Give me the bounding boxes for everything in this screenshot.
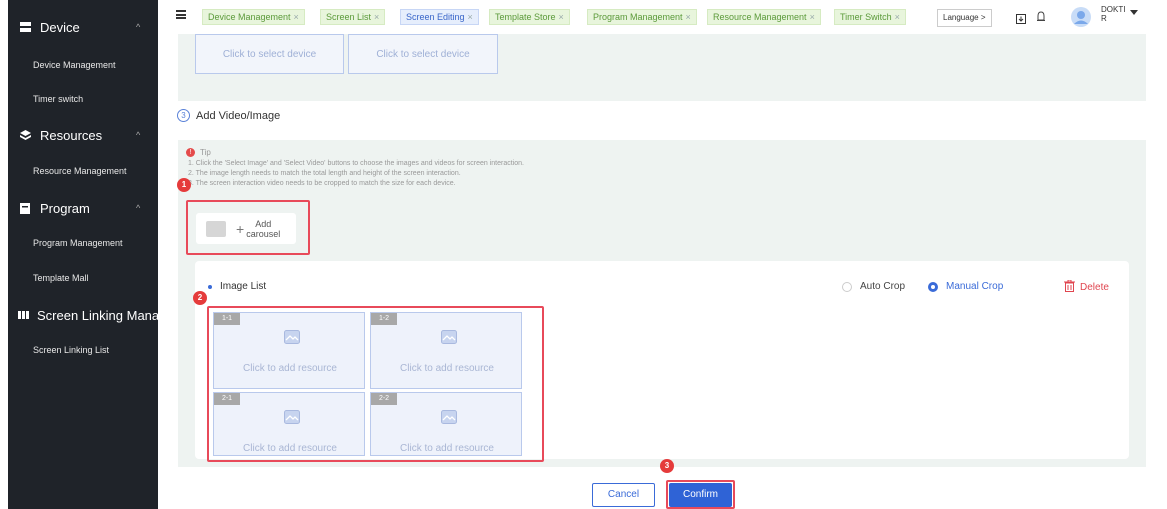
manual-crop-radio[interactable]: Manual Crop xyxy=(928,281,1003,292)
select-device-box[interactable]: Click to select device xyxy=(348,34,498,74)
auto-crop-radio[interactable]: Auto Crop xyxy=(842,281,905,292)
layers-icon xyxy=(18,129,32,141)
resource-tile[interactable]: 1-1 Click to add resource xyxy=(213,312,365,389)
select-device-box[interactable]: Click to select device xyxy=(195,34,344,74)
tab-screen-list[interactable]: Screen List × xyxy=(320,9,386,25)
sidebar-group-label: Device xyxy=(40,19,80,35)
image-icon xyxy=(284,410,300,424)
sidebar-group-program[interactable]: Program ^ xyxy=(8,193,158,223)
sidebar-item-device-management[interactable]: Device Management xyxy=(33,60,116,70)
close-icon[interactable]: × xyxy=(468,12,473,22)
sidebar-item-resource-management[interactable]: Resource Management xyxy=(33,166,127,176)
download-icon[interactable] xyxy=(1016,11,1026,29)
image-placeholder-icon xyxy=(206,220,226,237)
sidebar-item-timer-switch[interactable]: Timer switch xyxy=(33,94,83,104)
tab-device-management[interactable]: Device Management × xyxy=(202,9,305,25)
alert-icon: ! xyxy=(186,148,195,157)
radio-checked-icon xyxy=(928,281,938,292)
trash-icon xyxy=(1064,279,1075,295)
radio-icon xyxy=(842,281,852,292)
sidebar: Device ^ Device Management Timer switch … xyxy=(8,0,158,509)
bell-icon[interactable] xyxy=(1036,10,1046,28)
cancel-button[interactable]: Cancel xyxy=(592,483,655,507)
user-name[interactable]: DOKTI R xyxy=(1101,5,1125,23)
resource-tile[interactable]: 2-1 Click to add resource xyxy=(213,392,365,456)
tip-line: 3. The screen interaction video needs to… xyxy=(188,180,456,187)
sidebar-group-screen-linking[interactable]: Screen Linking Manage xyxy=(8,300,158,330)
image-icon xyxy=(284,330,300,344)
grid-icon xyxy=(18,309,29,321)
chevron-up-icon: ^ xyxy=(136,130,141,140)
sidebar-item-program-management[interactable]: Program Management xyxy=(33,238,123,248)
close-icon[interactable]: × xyxy=(294,12,299,22)
close-icon[interactable]: × xyxy=(559,12,564,22)
main-content: Click to select device Click to select d… xyxy=(158,34,1167,509)
tile-label: Click to add resource xyxy=(400,443,494,454)
annotation-badge: 3 xyxy=(660,459,674,473)
server-icon xyxy=(18,21,32,33)
close-icon[interactable]: × xyxy=(810,12,815,22)
sidebar-group-label: Program xyxy=(40,200,90,216)
sidebar-group-device[interactable]: Device ^ xyxy=(8,12,158,42)
sidebar-item-screen-linking-list[interactable]: Screen Linking List xyxy=(33,345,109,355)
tile-tag: 2-2 xyxy=(371,393,397,405)
tile-label: Click to add resource xyxy=(243,363,337,374)
chevron-up-icon: ^ xyxy=(136,22,141,32)
tab-screen-editing[interactable]: Screen Editing × xyxy=(400,9,479,25)
tile-tag: 1-1 xyxy=(214,313,240,325)
caret-down-icon[interactable] xyxy=(1130,10,1138,15)
close-icon[interactable]: × xyxy=(374,12,379,22)
resource-tile[interactable]: 1-2 Click to add resource xyxy=(370,312,522,389)
device-select-panel: Click to select device Click to select d… xyxy=(178,34,1146,101)
annotation-badge: 1 xyxy=(177,178,191,192)
bullet-icon xyxy=(208,284,212,289)
tip-line: 2. The image length needs to match the t… xyxy=(188,170,461,177)
program-icon xyxy=(18,202,32,214)
top-bar: Device Management × Screen List × Screen E… xyxy=(158,0,1167,34)
close-icon[interactable]: × xyxy=(686,12,691,22)
chevron-up-icon: ^ xyxy=(136,203,141,213)
tile-label: Click to add resource xyxy=(243,443,337,454)
annotation-badge: 2 xyxy=(193,291,207,305)
tip-header: ! Tip xyxy=(186,148,211,157)
language-select[interactable]: Language > xyxy=(937,9,992,27)
tab-template-store[interactable]: Template Store × xyxy=(489,9,570,25)
tile-label: Click to add resource xyxy=(400,363,494,374)
app-root: Device ^ Device Management Timer switch … xyxy=(0,0,1167,509)
confirm-button[interactable]: Confirm xyxy=(669,483,732,507)
tip-line: 1. Click the 'Select Image' and 'Select … xyxy=(188,160,524,167)
sidebar-group-resources[interactable]: Resources ^ xyxy=(8,120,158,150)
resource-tile[interactable]: 2-2 Click to add resource xyxy=(370,392,522,456)
tile-tag: 1-2 xyxy=(371,313,397,325)
add-carousel-button[interactable]: + Add carousel xyxy=(196,213,296,244)
sidebar-group-label: Resources xyxy=(40,127,103,143)
plus-icon: + xyxy=(236,220,245,237)
tile-tag: 2-1 xyxy=(214,393,240,405)
image-icon xyxy=(441,330,457,344)
tab-program-management[interactable]: Program Management × xyxy=(587,9,697,25)
step-title: 3 Add Video/Image xyxy=(177,109,280,122)
tab-timer-switch[interactable]: Timer Switch × xyxy=(834,9,906,25)
sidebar-group-label: Screen Linking Manage xyxy=(37,307,158,323)
sidebar-item-template-mall[interactable]: Template Mall xyxy=(33,273,89,283)
menu-toggle-icon[interactable] xyxy=(176,10,186,19)
image-icon xyxy=(441,410,457,424)
step-number: 3 xyxy=(177,109,190,122)
tab-resource-management[interactable]: Resource Management × xyxy=(707,9,821,25)
avatar[interactable] xyxy=(1071,7,1091,32)
close-icon[interactable]: × xyxy=(895,12,900,22)
image-list-title: Image List xyxy=(208,281,266,292)
delete-button[interactable]: Delete xyxy=(1064,279,1109,295)
